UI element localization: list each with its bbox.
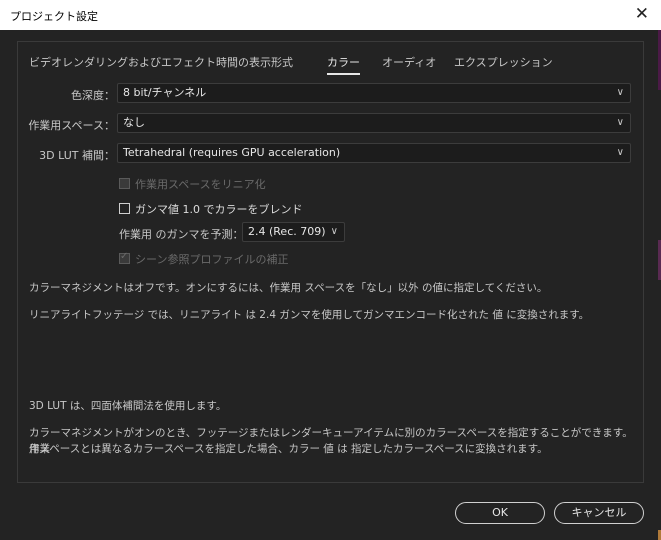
info-linear-light: リニアライトフッテージ では、リニアライト は 2.4 ガンマを使用してガンマエ…: [29, 309, 590, 321]
working-gamma-select[interactable]: 2.4 (Rec. 709) ∨: [242, 222, 345, 242]
working-gamma-value: 2.4 (Rec. 709): [248, 225, 326, 238]
scene-referred-label: シーン参照プロファイルの補正: [135, 253, 289, 266]
chevron-down-icon: ∨: [330, 226, 338, 237]
tab-expressions[interactable]: エクスプレッション: [454, 54, 553, 70]
chevron-down-icon: ∨: [616, 117, 624, 128]
lut-interpolation-label: 3D LUT 補間：: [39, 149, 115, 162]
ok-button[interactable]: OK: [455, 502, 545, 524]
linearize-label: 作業用スペースをリニア化: [135, 178, 266, 191]
title-bar: プロジェクト設定 ✕: [0, 0, 661, 30]
chevron-down-icon: ∨: [616, 87, 624, 98]
info-color-space-line2: 用スペースとは異なるカラースペースを指定した場合、カラー 値 は 指定したカラー…: [29, 443, 548, 455]
lut-interpolation-select[interactable]: Tetrahedral (requires GPU acceleration) …: [117, 143, 631, 163]
info-color-management: カラーマネジメントはオフです。オンにするには、作業用 スペースを「なし」以外 の…: [29, 282, 548, 294]
window-title: プロジェクト設定: [10, 10, 98, 23]
scene-referred-checkbox: ✓: [119, 251, 130, 264]
checkmark-icon: ✓: [120, 251, 129, 262]
blend-gamma-checkbox[interactable]: [119, 203, 130, 214]
chevron-down-icon: ∨: [616, 147, 624, 158]
info-3d-lut: 3D LUT は、四面体補間法を使用します。: [29, 400, 227, 412]
working-gamma-label: 作業用 のガンマを予測：: [119, 228, 244, 241]
working-space-label: 作業用スペース：: [28, 119, 115, 132]
tab-color[interactable]: カラー: [327, 54, 360, 75]
working-space-value: なし: [123, 116, 145, 129]
tab-time-display[interactable]: 時間の表示形式: [216, 54, 293, 70]
tab-audio[interactable]: オーディオ: [382, 54, 436, 70]
tab-video-rendering[interactable]: ビデオレンダリングおよびエフェクト: [29, 54, 216, 70]
blend-gamma-label: ガンマ値 1.0 でカラーをブレンド: [135, 203, 303, 216]
linearize-checkbox: [119, 178, 130, 189]
working-space-select[interactable]: なし ∨: [117, 113, 631, 133]
settings-panel: ビデオレンダリングおよびエフェクト 時間の表示形式 カラー オーディオ エクスプ…: [17, 41, 644, 483]
color-depth-select[interactable]: 8 bit/チャンネル ∨: [117, 83, 631, 103]
cancel-button[interactable]: キャンセル: [554, 502, 644, 524]
color-depth-label: 色深度：: [71, 89, 115, 102]
close-icon[interactable]: ✕: [635, 4, 649, 24]
color-depth-value: 8 bit/チャンネル: [123, 86, 207, 99]
lut-interpolation-value: Tetrahedral (requires GPU acceleration): [123, 146, 341, 159]
